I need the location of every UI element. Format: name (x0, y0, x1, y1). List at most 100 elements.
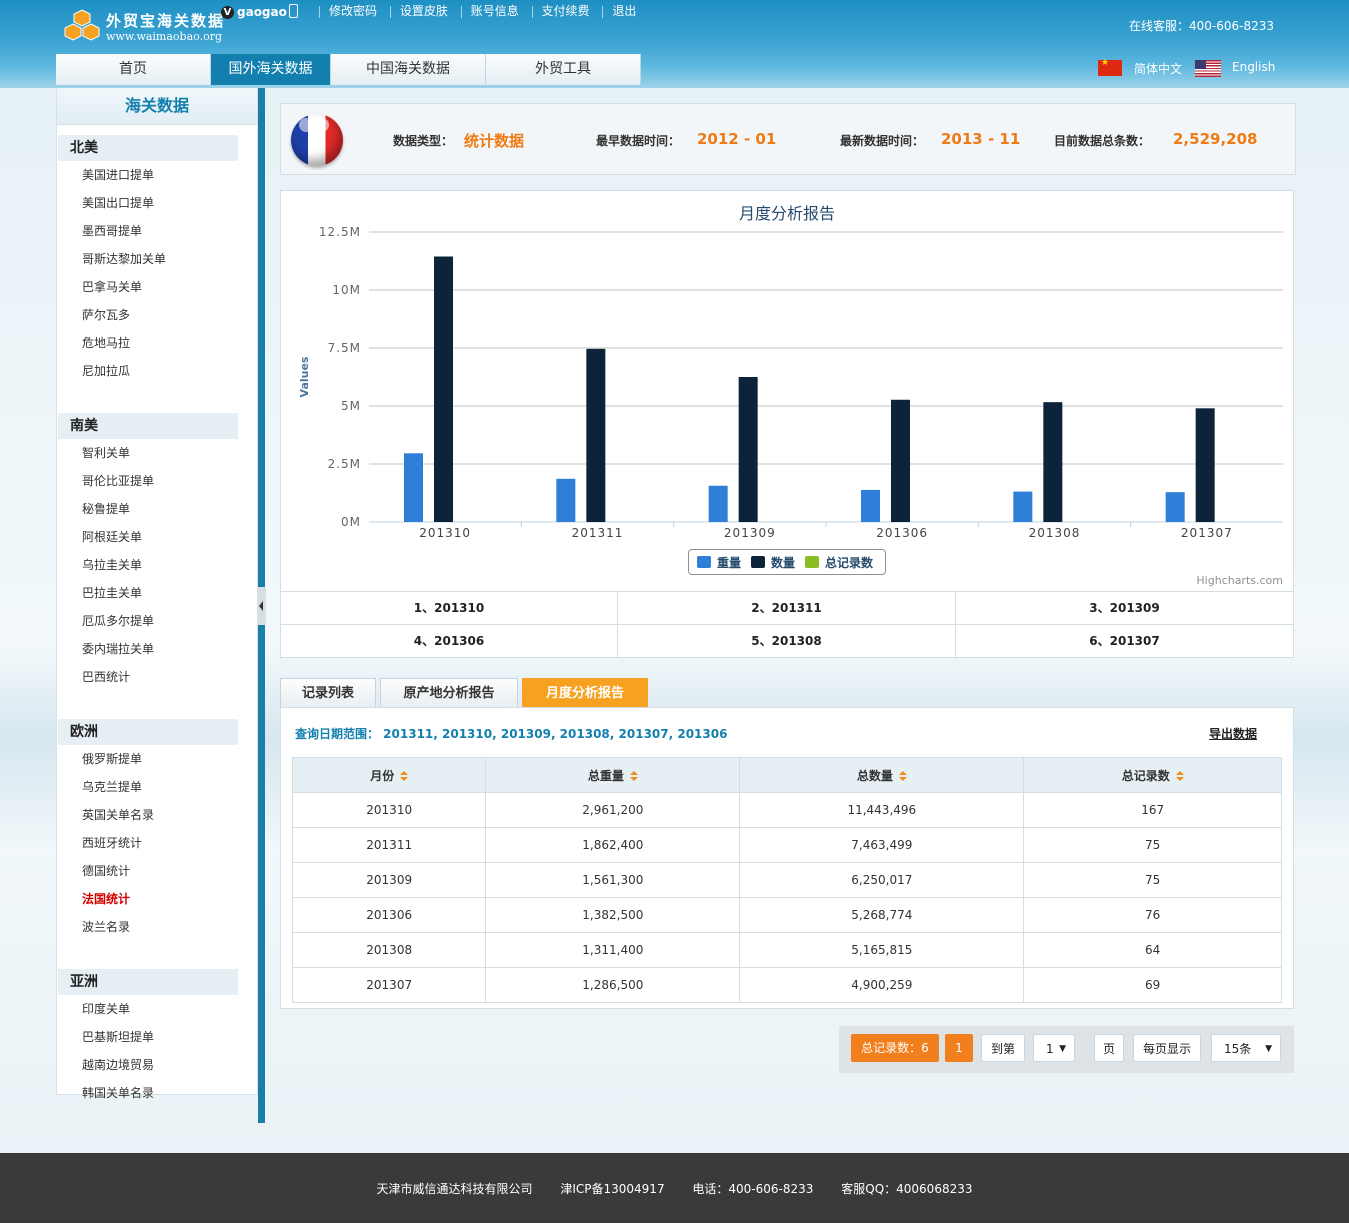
period-cell[interactable]: 5、201308 (618, 625, 956, 658)
sort-icon[interactable] (400, 770, 409, 782)
username[interactable]: gaogao (237, 5, 287, 19)
sidebar-region-header: 南美 (58, 413, 238, 439)
monthly-table: 月份 总重量 总数量 总记录数 201310 2,961,200 11,443,49… (291, 757, 1282, 1003)
payment-link[interactable]: 支付续费 (542, 4, 590, 18)
legend-item-weight[interactable]: 重量 (697, 554, 741, 571)
set-skin-link[interactable]: 设置皮肤 (400, 4, 448, 18)
sidebar-item[interactable]: 俄罗斯提单 (57, 745, 257, 773)
sidebar-item[interactable]: 秘鲁提单 (57, 495, 257, 523)
sidebar-item[interactable]: 哥伦比亚提单 (57, 467, 257, 495)
sort-icon[interactable] (898, 770, 907, 782)
logo[interactable]: 外贸宝海关数据 www.waimaobao.org (62, 6, 223, 46)
export-data-link[interactable]: 导出数据 (1209, 725, 1257, 742)
sidebar-item[interactable]: 委内瑞拉关单 (57, 635, 257, 663)
period-cell[interactable]: 1、201310 (281, 592, 618, 625)
sidebar-item[interactable]: 英国关单名录 (57, 801, 257, 829)
period-cell[interactable]: 4、201306 (281, 625, 618, 658)
data-type-label: 数据类型： (393, 134, 454, 148)
lang-chinese[interactable]: 简体中文 (1134, 60, 1182, 77)
sort-icon[interactable] (1175, 770, 1184, 782)
period-cell[interactable]: 6、201307 (956, 625, 1293, 658)
nav-foreign-customs[interactable]: 国外海关数据 (211, 54, 331, 85)
footer-icp[interactable]: 津ICP备13004917 (560, 1182, 664, 1196)
sidebar-item[interactable]: 巴基斯坦提单 (57, 1023, 257, 1051)
tab-origin-report[interactable]: 原产地分析报告 (380, 678, 518, 707)
goto-page-button[interactable]: 到第 (981, 1034, 1025, 1062)
sidebar-item[interactable]: 智利关单 (57, 439, 257, 467)
data-type-value: 统计数据 (464, 132, 525, 150)
y-tick-label: 0M (341, 515, 361, 529)
chart-credits[interactable]: Highcharts.com (1196, 574, 1283, 587)
sidebar-item[interactable]: 危地马拉 (57, 329, 257, 357)
sidebar-item[interactable]: 乌克兰提单 (57, 773, 257, 801)
table-cell: 2,961,200 (485, 792, 741, 828)
sort-icon[interactable] (629, 770, 638, 782)
table-cell: 69 (1023, 967, 1282, 1003)
column-header-total-weight[interactable]: 总重量 (485, 757, 741, 793)
column-header-month[interactable]: 月份 (291, 757, 487, 793)
sidebar-item[interactable]: 德国统计 (57, 857, 257, 885)
table-cell: 75 (1023, 862, 1282, 898)
legend-item-records[interactable]: 总记录数 (805, 554, 873, 571)
chart-panel: 0M 2.5M 5M 7.5M 10M 12.5M Values 201310 201311 20… (280, 190, 1294, 658)
chart-bar-1 (891, 399, 910, 522)
table-body: 201310 2,961,200 11,443,496 167 201311 1,862,… (291, 792, 1282, 1003)
nav-trade-tools[interactable]: 外贸工具 (486, 54, 641, 85)
sidebar-item[interactable]: 厄瓜多尔提单 (57, 607, 257, 635)
page-select[interactable]: 1 (1033, 1034, 1075, 1063)
sidebar-item[interactable]: 巴西统计 (57, 663, 257, 691)
sidebar-item[interactable]: 韩国关单名录 (57, 1079, 257, 1107)
legend-label: 数量 (771, 555, 796, 570)
nav-home[interactable]: 首页 (56, 54, 211, 85)
sidebar-item[interactable]: 印度关单 (57, 995, 257, 1023)
y-axis-title: Values (298, 356, 311, 397)
lang-english[interactable]: English (1232, 60, 1275, 74)
sidebar-item[interactable]: 波兰名录 (57, 913, 257, 941)
tab-monthly-report[interactable]: 月度分析报告 (522, 678, 648, 707)
sidebar-item[interactable]: 尼加拉瓜 (57, 357, 257, 385)
sidebar-item[interactable]: 法国统计 (57, 885, 257, 913)
per-page-select-value: 15条 (1224, 1042, 1252, 1056)
legend-item-quantity[interactable]: 数量 (751, 554, 795, 571)
current-page-button[interactable]: 1 (945, 1034, 973, 1062)
logout-link[interactable]: 退出 (612, 4, 636, 18)
account-info-link[interactable]: 账号信息 (471, 4, 519, 18)
total-count-value: 2,529,208 (1173, 130, 1258, 148)
sidebar-item[interactable]: 美国进口提单 (57, 161, 257, 189)
chart-bar-1 (586, 348, 606, 522)
sidebar-item[interactable]: 巴拉圭关单 (57, 579, 257, 607)
column-header-total-quantity[interactable]: 总数量 (739, 757, 1025, 793)
sidebar-item[interactable]: 巴拿马关单 (57, 273, 257, 301)
report-tabs: 记录列表 原产地分析报告 月度分析报告 (280, 678, 652, 707)
sidebar-item[interactable]: 美国出口提单 (57, 189, 257, 217)
chart-bar-1 (1043, 402, 1063, 522)
sidebar-item[interactable]: 阿根廷关单 (57, 523, 257, 551)
china-flag-icon[interactable] (1098, 58, 1122, 76)
nav-china-customs[interactable]: 中国海关数据 (331, 54, 486, 85)
sidebar-item[interactable]: 乌拉圭关单 (57, 551, 257, 579)
chart-title: 月度分析报告 (738, 204, 835, 223)
y-tick-label: 5M (341, 399, 361, 413)
sidebar-item[interactable]: 萨尔瓦多 (57, 301, 257, 329)
per-page-label: 每页显示 (1133, 1034, 1201, 1062)
us-flag-icon[interactable] (1195, 60, 1221, 77)
table-cell: 1,311,400 (485, 932, 741, 968)
per-page-select[interactable]: 15条 (1211, 1034, 1281, 1063)
latest-time-label: 最新数据时间： (840, 134, 925, 148)
sidebar-item[interactable]: 墨西哥提单 (57, 217, 257, 245)
tab-record-list[interactable]: 记录列表 (280, 678, 376, 707)
column-header-total-records[interactable]: 总记录数 (1023, 757, 1282, 793)
sidebar-item[interactable]: 哥斯达黎加关单 (57, 245, 257, 273)
change-password-link[interactable]: 修改密码 (329, 4, 377, 18)
column-header-label: 总记录数 (1121, 768, 1170, 783)
period-cell[interactable]: 2、201311 (618, 592, 956, 625)
sidebar-item[interactable]: 越南边境贸易 (57, 1051, 257, 1079)
mobile-icon[interactable] (289, 4, 298, 18)
x-tick-label: 201310 (419, 526, 471, 540)
pagination: 总记录数：6 1 到第 1 页 每页显示 15条 (839, 1026, 1294, 1073)
sidebar-collapse-icon[interactable] (257, 587, 266, 625)
period-cell[interactable]: 3、201309 (956, 592, 1293, 625)
x-tick-label: 201311 (572, 526, 624, 540)
sidebar-item[interactable]: 西班牙统计 (57, 829, 257, 857)
chart-bar-1 (1195, 408, 1215, 522)
